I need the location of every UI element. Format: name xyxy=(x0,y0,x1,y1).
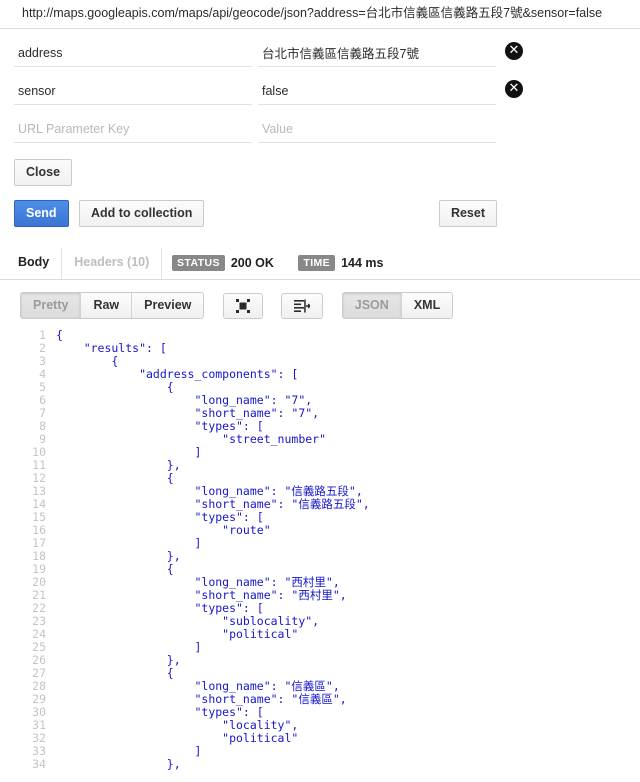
param-key-input-1[interactable] xyxy=(14,79,252,105)
language-xml-button[interactable]: XML xyxy=(401,293,453,318)
param-row: ✕ xyxy=(0,73,640,111)
close-button[interactable]: Close xyxy=(14,159,73,186)
response-body-code[interactable]: { "results": [ { "address_components": [… xyxy=(54,329,370,771)
response-tab-strip: Body Headers (10) STATUS 200 OK TIME 144 ms xyxy=(0,248,640,280)
url-parameters-list: ✕ ✕ xyxy=(0,29,640,149)
format-raw-button[interactable]: Raw xyxy=(81,293,133,318)
clear-param-icon-1[interactable]: ✕ xyxy=(505,80,523,98)
time-group: TIME 144 ms xyxy=(298,254,383,272)
language-group: JSON XML xyxy=(341,292,454,319)
fullscreen-icon[interactable] xyxy=(223,293,262,318)
fullscreen-group xyxy=(222,292,263,319)
param-value-input-0[interactable] xyxy=(258,41,496,67)
param-row: ✕ xyxy=(0,35,640,73)
wrap-lines-icon[interactable] xyxy=(282,293,323,318)
param-key-input-0[interactable] xyxy=(14,41,252,67)
status-value: 200 OK xyxy=(230,255,274,270)
clear-param-icon-0[interactable]: ✕ xyxy=(505,42,523,60)
line-number-gutter: 1 2 3 4 5 6 7 8 9 10 11 12 13 14 15 16 1… xyxy=(32,329,46,771)
format-mode-group: Pretty Raw Preview xyxy=(20,292,205,319)
new-param-key-input[interactable] xyxy=(14,117,252,143)
send-button[interactable]: Send xyxy=(14,200,69,227)
time-value: 144 ms xyxy=(341,255,384,270)
reset-button[interactable]: Reset xyxy=(438,200,497,227)
tab-body[interactable]: Body xyxy=(6,248,63,279)
param-value-input-1[interactable] xyxy=(258,79,496,105)
status-badge: STATUS xyxy=(172,254,225,271)
language-json-button[interactable]: JSON xyxy=(342,293,402,318)
add-to-collection-button[interactable]: Add to collection xyxy=(79,200,205,227)
format-pretty-button[interactable]: Pretty xyxy=(21,293,82,318)
response-format-toolbar: Pretty Raw Preview JSON XML xyxy=(0,280,640,319)
wrap-lines-group xyxy=(281,292,324,319)
request-url-bar[interactable]: http://maps.googleapis.com/maps/api/geoc… xyxy=(0,0,640,29)
new-param-value-input[interactable] xyxy=(258,117,496,143)
request-actions: Send Add to collection Reset xyxy=(0,186,640,234)
close-row: Close xyxy=(0,149,640,186)
tab-headers[interactable]: Headers (10) xyxy=(62,248,163,279)
format-preview-button[interactable]: Preview xyxy=(132,293,204,318)
time-badge: TIME xyxy=(298,254,336,271)
param-row-new xyxy=(0,111,640,149)
status-group: STATUS 200 OK xyxy=(172,254,274,272)
response-body-viewer[interactable]: 1 2 3 4 5 6 7 8 9 10 11 12 13 14 15 16 1… xyxy=(0,329,640,781)
response-meta: STATUS 200 OK TIME 144 ms xyxy=(172,254,403,272)
